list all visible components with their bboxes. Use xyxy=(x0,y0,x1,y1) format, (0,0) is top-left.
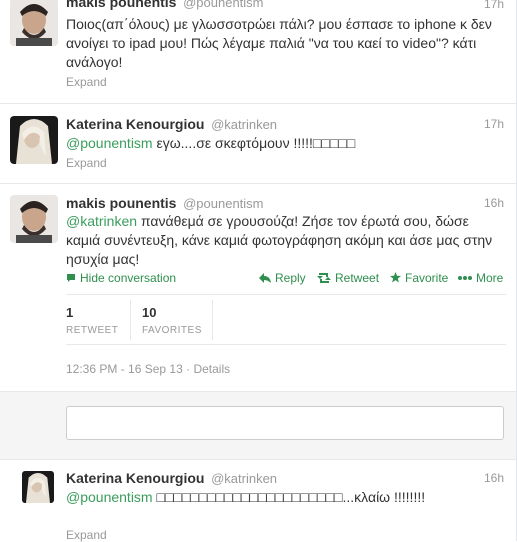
divider xyxy=(66,344,506,345)
tweet-fullname[interactable]: Katerina Kenourgiou xyxy=(66,470,204,486)
favorites-stat-label: FAVORITES xyxy=(142,325,202,336)
mention-link[interactable]: @pounentism xyxy=(66,489,153,505)
tweet-username[interactable]: @pounentism xyxy=(183,0,263,10)
tweet-text: @pounentism □□□□□□□□□□□□□□□□□□□□□□...κλα… xyxy=(66,488,506,507)
retweet-count: 1 xyxy=(66,305,74,320)
more-dots-icon xyxy=(458,269,472,287)
tweet-text: @pounentism εγω....σε σκεφτόμουν !!!!!□□… xyxy=(66,134,506,153)
retweet-stat-label: RETWEET xyxy=(66,325,119,336)
stat-divider xyxy=(212,300,213,340)
avatar[interactable] xyxy=(10,116,58,164)
tweet-text: Ποιος(απ΄όλους) με γλωσσοτρώει πάλι? μου… xyxy=(66,16,492,70)
retweet-stat[interactable]: 1 RETWEET xyxy=(66,305,118,338)
hide-conversation-label: Hide conversation xyxy=(80,271,177,285)
avatar[interactable] xyxy=(10,195,58,243)
favorite-label: Favorite xyxy=(405,271,449,285)
retweet-icon xyxy=(317,269,331,287)
tweet-header: makis pounentis @pounentism xyxy=(66,195,264,211)
tweet-username[interactable]: @katrinken xyxy=(211,117,277,132)
reply-arrow-icon xyxy=(259,269,271,287)
details-link[interactable]: Details xyxy=(193,362,230,376)
meta-separator: · xyxy=(186,362,191,376)
mention-link[interactable]: @pounentism xyxy=(66,135,153,151)
tweet-meta: 12:36 PM - 16 Sep 13 · Details xyxy=(66,361,230,377)
tweet-item-expanded[interactable]: makis pounentis @pounentism 16h @katrink… xyxy=(0,184,516,392)
tweet-text-body: □□□□□□□□□□□□□□□□□□□□□□...κλαίω !!!!!!!! xyxy=(152,489,426,505)
divider xyxy=(66,294,506,295)
more-button[interactable]: More xyxy=(458,269,503,287)
tweet-timestamp[interactable]: 12:36 PM - 16 Sep 13 xyxy=(66,362,183,376)
stat-divider xyxy=(130,300,131,340)
tweet-fullname[interactable]: Katerina Kenourgiou xyxy=(66,116,204,132)
speech-bubble-icon xyxy=(66,269,76,287)
star-icon xyxy=(390,269,401,287)
tweet-username[interactable]: @pounentism xyxy=(183,196,263,211)
tweet-time[interactable]: 16h xyxy=(484,195,504,211)
tweet-time[interactable]: 17h xyxy=(484,116,504,132)
favorites-count: 10 xyxy=(142,305,157,320)
tweet-item[interactable]: Katerina Kenourgiou @katrinken 16h @poun… xyxy=(0,460,516,542)
reply-input[interactable] xyxy=(66,406,504,440)
expand-link[interactable]: Expand xyxy=(66,75,107,89)
reply-button[interactable]: Reply xyxy=(259,269,306,287)
tweet-fullname[interactable]: makis pounentis xyxy=(66,0,176,10)
tweet-time[interactable]: 17h xyxy=(484,0,504,12)
expand-link[interactable]: Expand xyxy=(66,528,107,542)
reply-label: Reply xyxy=(275,271,306,285)
tweet-header: Katerina Kenourgiou @katrinken xyxy=(66,116,277,132)
tweet-item[interactable]: makis pounentis @pounentism 17h Ποιος(απ… xyxy=(0,0,516,104)
retweet-label: Retweet xyxy=(335,271,380,285)
tweet-fullname[interactable]: makis pounentis xyxy=(66,195,176,211)
reply-area xyxy=(0,392,516,460)
tweet-text: @katrinken πανάθεμά σε γρουσούζα! Ζήσε τ… xyxy=(66,212,506,269)
avatar[interactable] xyxy=(10,0,58,46)
tweet-item[interactable]: Katerina Kenourgiou @katrinken 17h @poun… xyxy=(0,104,516,184)
mention-link[interactable]: @katrinken xyxy=(66,213,137,229)
hide-conversation-link[interactable]: Hide conversation xyxy=(66,269,176,287)
favorites-stat[interactable]: 10 FAVORITES xyxy=(142,305,202,338)
tweet-text-body: εγω....σε σκεφτόμουν !!!!!□□□□□ xyxy=(152,135,356,151)
tweet-header: Katerina Kenourgiou @katrinken xyxy=(66,470,277,486)
timeline: makis pounentis @pounentism 17h Ποιος(απ… xyxy=(0,0,517,542)
tweet-time[interactable]: 16h xyxy=(484,470,504,486)
expand-link[interactable]: Expand xyxy=(66,156,107,170)
tweet-actions: Hide conversation Reply Retweet Favorite xyxy=(66,269,506,287)
more-label: More xyxy=(476,271,504,285)
avatar[interactable] xyxy=(22,471,54,503)
tweet-username[interactable]: @katrinken xyxy=(211,471,277,486)
retweet-button[interactable]: Retweet xyxy=(317,269,379,287)
tweet-header: makis pounentis @pounentism xyxy=(66,0,264,10)
favorite-button[interactable]: Favorite xyxy=(390,269,448,287)
